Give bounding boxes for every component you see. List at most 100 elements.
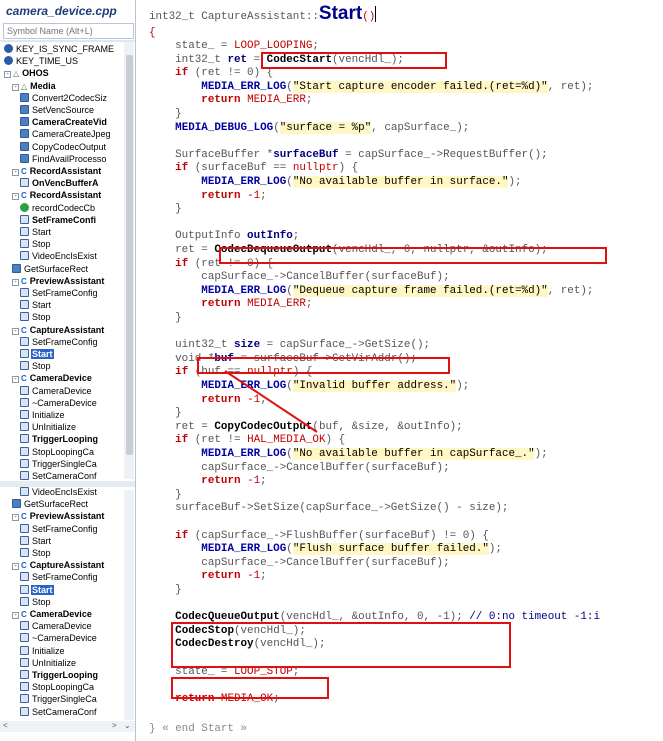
tree-item[interactable]: ~CameraDevice bbox=[0, 632, 124, 644]
tree-item[interactable]: TriggerLooping bbox=[0, 669, 124, 681]
tree-item[interactable]: Stop bbox=[0, 596, 124, 608]
tree-item[interactable]: TriggerSingleCa bbox=[0, 458, 124, 470]
sidebar-hscrollbar[interactable]: < > ⌄ bbox=[0, 721, 135, 732]
tree-item[interactable]: CameraCreateJpeg bbox=[0, 128, 124, 140]
tree-item[interactable]: - C RecordAssistant bbox=[0, 189, 124, 201]
collapse-toggle-icon[interactable]: - bbox=[12, 376, 19, 384]
key-icon bbox=[4, 44, 13, 53]
tree-item[interactable]: recordCodecCb bbox=[0, 202, 124, 214]
tree-item[interactable]: UnInitialize bbox=[0, 421, 124, 433]
method-icon bbox=[20, 535, 29, 545]
tree-item[interactable]: - C CameraDevice bbox=[0, 608, 124, 620]
tree-item[interactable]: SetVencSource bbox=[0, 104, 124, 116]
green-icon bbox=[20, 202, 29, 212]
tree-item[interactable]: TriggerLooping bbox=[0, 433, 124, 445]
tree-item-label: Start bbox=[32, 300, 52, 311]
tree-item-label: Stop bbox=[32, 596, 51, 607]
method-icon bbox=[20, 422, 29, 432]
tree-item[interactable]: Start bbox=[0, 226, 124, 238]
collapse-toggle-icon[interactable]: - bbox=[12, 612, 19, 619]
tree-item[interactable]: SetFrameConfi bbox=[0, 214, 124, 226]
tree-item[interactable]: SetFrameConfig bbox=[0, 287, 124, 299]
collapse-toggle-icon[interactable]: - bbox=[12, 563, 19, 571]
class-icon: C bbox=[21, 512, 27, 522]
tree-item-label: Start bbox=[31, 349, 54, 359]
tree-item[interactable]: Start bbox=[0, 299, 124, 311]
sidebar-lower-scrollbar[interactable] bbox=[124, 490, 134, 720]
tree-item[interactable]: CopyCodecOutput bbox=[0, 141, 124, 153]
scroll-left-icon[interactable]: < bbox=[3, 721, 8, 730]
tree-item[interactable]: GetSurfaceRect bbox=[0, 498, 124, 510]
func-icon bbox=[20, 129, 29, 139]
tree-item[interactable]: CameraCreateVid bbox=[0, 116, 124, 128]
tree-item-label: Start bbox=[31, 584, 54, 595]
tree-item[interactable]: - C CameraDevice bbox=[0, 372, 124, 384]
tree-item[interactable]: - C PreviewAssistant bbox=[0, 510, 124, 522]
tree-item[interactable]: Start bbox=[0, 535, 124, 547]
tree-item-label: CameraCreateVid bbox=[32, 117, 107, 128]
tree-item[interactable]: OnVencBufferA bbox=[0, 177, 124, 189]
tree-item[interactable]: VideoEncIsExist bbox=[0, 250, 124, 262]
scroll-right-icon[interactable]: > bbox=[112, 721, 117, 730]
tree-item[interactable]: - △ OHOS bbox=[0, 67, 124, 79]
tree-item-label: PreviewAssistant bbox=[29, 511, 105, 522]
tree-item-label: Media bbox=[30, 80, 56, 91]
tree-item[interactable]: GetSurfaceRect bbox=[0, 263, 124, 275]
collapse-toggle-icon[interactable]: - bbox=[12, 327, 19, 335]
tree-item[interactable]: - C RecordAssistant bbox=[0, 165, 124, 177]
tree-item[interactable]: Initialize bbox=[0, 409, 124, 421]
tree-item[interactable]: Stop bbox=[0, 547, 124, 559]
method-icon bbox=[20, 312, 29, 322]
method-icon bbox=[20, 385, 29, 395]
tree-item[interactable]: Convert2CodecSiz bbox=[0, 92, 124, 104]
sidebar-scroll-thumb[interactable] bbox=[126, 55, 133, 455]
tree-item[interactable]: StopLoopingCa bbox=[0, 681, 124, 693]
symbol-search-input[interactable] bbox=[3, 23, 134, 39]
tree-item[interactable]: Stop bbox=[0, 238, 124, 250]
tree-item[interactable]: CameraDevice bbox=[0, 385, 124, 397]
collapse-toggle-icon[interactable]: - bbox=[4, 71, 11, 79]
tree-item[interactable]: CameraDevice bbox=[0, 620, 124, 632]
tree-item-label: SetFrameConfig bbox=[32, 523, 98, 534]
collapse-toggle-icon[interactable]: - bbox=[12, 169, 19, 176]
tree-item[interactable]: UnInitialize bbox=[0, 657, 124, 669]
tree-item[interactable]: SetFrameConfig bbox=[0, 523, 124, 535]
tree-item[interactable]: SetFrameConfig bbox=[0, 336, 124, 348]
collapse-toggle-icon[interactable]: - bbox=[12, 193, 19, 201]
tree-item[interactable]: - △ Media bbox=[0, 80, 124, 92]
tree-item[interactable]: StopLoopingCa bbox=[0, 446, 124, 458]
collapse-toggle-icon[interactable]: - bbox=[12, 278, 19, 286]
tree-item-label: RecordAssistant bbox=[29, 190, 102, 201]
func-icon bbox=[20, 92, 29, 102]
tree-item[interactable]: FindAvailProcesso bbox=[0, 153, 124, 165]
tree-item[interactable]: SetCameraConf bbox=[0, 706, 124, 718]
tree-item[interactable]: TriggerSingleCa bbox=[0, 693, 124, 705]
tree-item-label: CameraDevice bbox=[29, 609, 92, 619]
scroll-down-icon[interactable]: ⌄ bbox=[124, 721, 131, 730]
tree-item[interactable]: SetFrameConfig bbox=[0, 571, 124, 583]
method-icon bbox=[20, 682, 29, 692]
tree-item[interactable]: Initialize bbox=[0, 645, 124, 657]
tree-item[interactable]: KEY_IS_SYNC_FRAME bbox=[0, 43, 124, 55]
key-icon bbox=[4, 56, 13, 66]
tree-item-label: SetCameraConf bbox=[32, 471, 97, 481]
tree-item[interactable]: Stop bbox=[0, 311, 124, 323]
tree-item-label: SetCameraConf bbox=[32, 706, 97, 717]
tree-item[interactable]: ~CameraDevice bbox=[0, 397, 124, 409]
collapse-toggle-icon[interactable]: - bbox=[12, 83, 19, 91]
tree-item[interactable]: - C CaptureAssistant bbox=[0, 559, 124, 571]
method-icon bbox=[20, 251, 29, 261]
tree-item[interactable]: - C CaptureAssistant bbox=[0, 324, 124, 336]
tree-item[interactable]: KEY_TIME_US bbox=[0, 55, 124, 67]
tree-item-label: TriggerLooping bbox=[32, 670, 98, 680]
tree-item[interactable]: Stop bbox=[0, 360, 124, 372]
tree-item[interactable]: Start bbox=[0, 348, 124, 360]
method-icon bbox=[20, 288, 29, 297]
collapse-toggle-icon[interactable]: - bbox=[12, 514, 19, 522]
tree-item[interactable]: - C PreviewAssistant bbox=[0, 275, 124, 287]
class-icon: C bbox=[21, 610, 27, 619]
tree-item-label: GetSurfaceRect bbox=[24, 263, 89, 274]
tree-item[interactable]: Start bbox=[0, 584, 124, 596]
tree-item[interactable]: VideoEncIsExist bbox=[0, 486, 124, 498]
code-editor[interactable]: int32_t CaptureAssistant::Start() { stat… bbox=[137, 0, 663, 741]
